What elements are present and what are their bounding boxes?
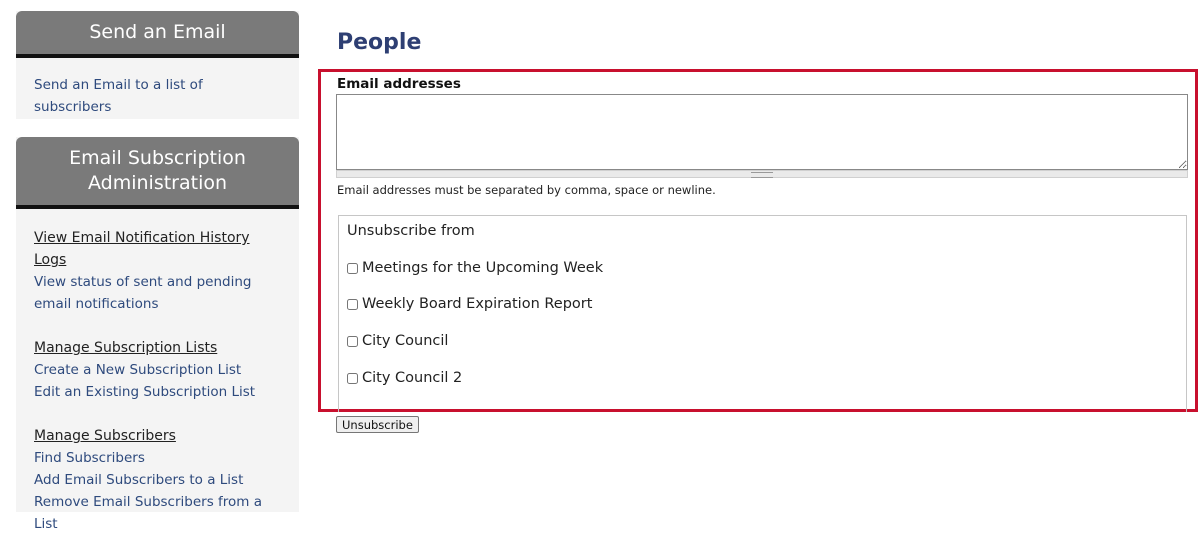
email-addresses-label: Email addresses (337, 76, 461, 92)
textarea-resize-grip[interactable] (336, 170, 1188, 178)
view-history-logs-link[interactable]: View Email Notification History Logs (34, 227, 281, 271)
unsubscribe-title: Unsubscribe from (347, 223, 475, 239)
checkbox-weekly-board-expiration[interactable] (347, 298, 358, 310)
option-weekly-board-expiration[interactable]: Weekly Board Expiration Report (347, 296, 592, 312)
option-label: Weekly Board Expiration Report (362, 296, 593, 312)
option-label: City Council (362, 333, 449, 349)
option-city-council-2[interactable]: City Council 2 (347, 370, 462, 386)
checkbox-meetings-upcoming-week[interactable] (347, 262, 358, 274)
edit-list-link[interactable]: Edit an Existing Subscription List (34, 381, 281, 403)
send-email-panel-title: Send an Email (16, 11, 299, 58)
option-label: Meetings for the Upcoming Week (362, 260, 604, 276)
option-city-council[interactable]: City Council (347, 333, 448, 349)
subscription-lists-group: Manage Subscription Lists Create a New S… (34, 337, 281, 403)
create-list-link[interactable]: Create a New Subscription List (34, 359, 281, 381)
add-subscribers-link[interactable]: Add Email Subscribers to a List (34, 469, 281, 491)
subscribers-group: Manage Subscribers Find Subscribers Add … (34, 425, 281, 535)
checkbox-city-council[interactable] (347, 335, 358, 347)
remove-subscribers-link[interactable]: Remove Email Subscribers from a List (34, 491, 281, 535)
send-email-panel: Send an Email Send an Email to a list of… (16, 11, 299, 119)
email-addresses-input[interactable] (336, 94, 1188, 170)
option-meetings-upcoming-week[interactable]: Meetings for the Upcoming Week (347, 260, 603, 276)
subscription-admin-panel: Email Subscription Administration View E… (16, 137, 299, 532)
checkbox-city-council-2[interactable] (347, 372, 358, 384)
view-status-link[interactable]: View status of sent and pending email no… (34, 271, 281, 315)
option-label: City Council 2 (362, 370, 463, 386)
manage-subscription-lists-link[interactable]: Manage Subscription Lists (34, 337, 281, 359)
page-title: People (337, 30, 422, 55)
find-subscribers-link[interactable]: Find Subscribers (34, 447, 281, 469)
email-addresses-hint: Email addresses must be separated by com… (337, 183, 716, 197)
manage-subscribers-link[interactable]: Manage Subscribers (34, 425, 281, 447)
unsubscribe-button[interactable]: Unsubscribe (336, 416, 419, 433)
unsubscribe-list-box: Unsubscribe from Meetings for the Upcomi… (338, 215, 1187, 412)
history-logs-group: View Email Notification History Logs Vie… (34, 227, 281, 315)
send-email-link[interactable]: Send an Email to a list of subscribers (34, 74, 281, 118)
subscription-admin-panel-title: Email Subscription Administration (16, 137, 299, 209)
